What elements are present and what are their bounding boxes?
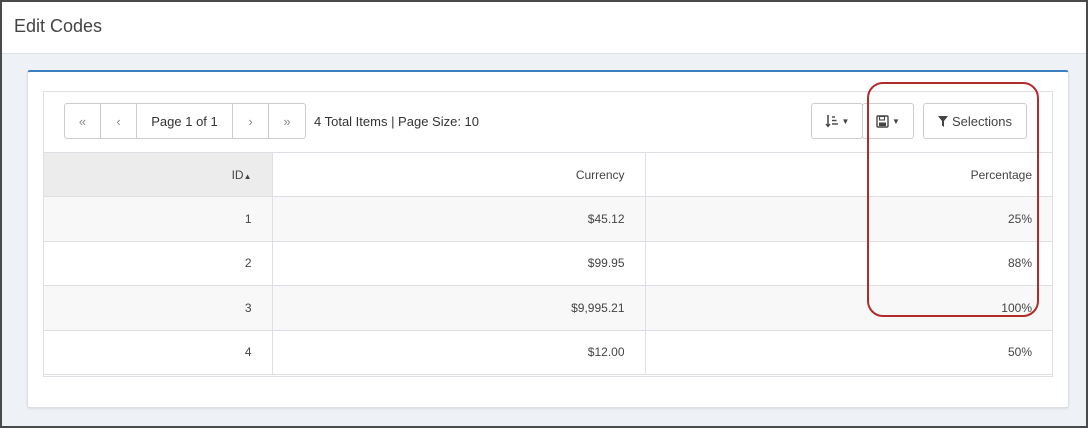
column-header-percentage[interactable]: Percentage — [644, 152, 1052, 197]
cell-id: 3 — [44, 285, 272, 331]
items-summary: 4 Total Items | Page Size: 10 — [314, 114, 480, 129]
cell-percentage: 100% — [893, 285, 1052, 331]
table-row[interactable]: 2 $99.95 88% — [44, 241, 1052, 286]
cell-id: 2 — [44, 241, 272, 286]
selections-button[interactable]: Selections — [923, 103, 1027, 139]
save-menu-button[interactable]: ▼ — [862, 103, 914, 139]
window-frame: Edit Codes « ‹ Page 1 of 1 › » 4 Total I… — [0, 0, 1088, 428]
page-info: Page 1 of 1 — [137, 104, 233, 138]
save-icon — [876, 114, 889, 128]
cell-spacer — [644, 196, 893, 242]
table-header-row: ID▲ Currency Percentage — [44, 152, 1052, 197]
column-header-id[interactable]: ID▲ — [44, 152, 272, 197]
table-row[interactable]: 1 $45.12 25% — [44, 196, 1052, 242]
sort-order-icon — [825, 114, 839, 128]
column-header-currency[interactable]: Currency — [271, 152, 645, 197]
cell-spacer — [644, 241, 893, 286]
codes-card: « ‹ Page 1 of 1 › » 4 Total Items | Page… — [27, 70, 1069, 408]
codes-grid: « ‹ Page 1 of 1 › » 4 Total Items | Page… — [43, 91, 1053, 377]
first-page-button[interactable]: « — [65, 104, 101, 138]
cell-currency: $99.95 — [271, 241, 645, 286]
table-row[interactable]: 3 $9,995.21 100% — [44, 285, 1052, 331]
sort-order-button[interactable]: ▼ — [811, 103, 863, 139]
sort-ascending-icon: ▲ — [243, 171, 252, 181]
prev-page-button[interactable]: ‹ — [101, 104, 137, 138]
cell-percentage: 88% — [893, 241, 1052, 286]
cell-spacer — [644, 285, 893, 331]
cell-currency: $9,995.21 — [271, 285, 645, 331]
selections-label: Selections — [952, 113, 1012, 129]
cell-currency: $45.12 — [271, 196, 645, 242]
cell-currency: $12.00 — [271, 330, 645, 375]
grid-toolbar: « ‹ Page 1 of 1 › » 4 Total Items | Page… — [44, 92, 1052, 152]
cell-id: 1 — [44, 196, 272, 242]
cell-spacer — [644, 330, 893, 375]
page-title: Edit Codes — [14, 16, 103, 36]
cell-id: 4 — [44, 330, 272, 375]
next-page-button[interactable]: › — [233, 104, 269, 138]
last-page-button[interactable]: » — [269, 104, 305, 138]
cell-percentage: 50% — [893, 330, 1052, 375]
page-header: Edit Codes — [2, 2, 1086, 54]
pager: « ‹ Page 1 of 1 › » — [64, 103, 306, 139]
chevron-down-icon: ▼ — [892, 116, 900, 126]
cell-percentage: 25% — [893, 196, 1052, 242]
chevron-down-icon: ▼ — [841, 116, 850, 126]
filter-icon — [938, 115, 948, 127]
table-row[interactable]: 4 $12.00 50% — [44, 330, 1052, 375]
codes-table: ID▲ Currency Percentage 1 $45.12 25% 2 $… — [44, 152, 1052, 375]
